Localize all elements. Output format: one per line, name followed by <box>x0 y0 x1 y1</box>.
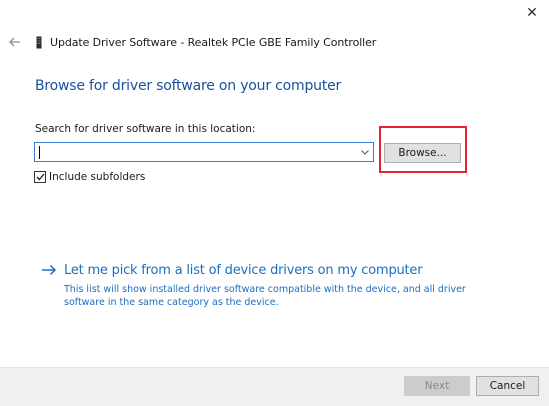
arrow-left-icon[interactable] <box>8 35 22 49</box>
close-icon: ✕ <box>526 5 538 21</box>
arrow-right-icon <box>40 262 58 278</box>
update-driver-dialog: ✕ Update Driver Software - Realtek PCIe … <box>0 0 549 406</box>
pick-from-list-link[interactable]: Let me pick from a list of device driver… <box>40 262 423 278</box>
checkmark-icon <box>36 173 44 181</box>
pick-from-list-description: This list will show installed driver sof… <box>64 284 466 308</box>
driver-path-combobox[interactable] <box>34 142 374 162</box>
dialog-header: Update Driver Software - Realtek PCIe GB… <box>8 34 376 50</box>
chevron-down-icon[interactable] <box>357 143 373 161</box>
include-subfolders-checkbox[interactable] <box>34 171 46 183</box>
pick-from-list-text[interactable]: Let me pick from a list of device driver… <box>64 263 423 278</box>
next-button[interactable]: Next <box>404 376 470 396</box>
close-button[interactable]: ✕ <box>523 4 541 22</box>
browse-button[interactable]: Browse... <box>384 143 461 163</box>
dialog-footer: Next Cancel <box>0 367 549 406</box>
text-caret <box>39 146 40 159</box>
page-title: Browse for driver software on your compu… <box>35 78 342 94</box>
include-subfolders-label: Include subfolders <box>49 171 146 183</box>
driver-path-input[interactable] <box>35 144 357 160</box>
network-adapter-icon <box>36 36 42 49</box>
dialog-title: Update Driver Software - Realtek PCIe GB… <box>50 35 377 49</box>
cancel-button[interactable]: Cancel <box>476 376 539 396</box>
search-location-label: Search for driver software in this locat… <box>35 123 256 135</box>
include-subfolders-option[interactable]: Include subfolders <box>34 171 145 183</box>
